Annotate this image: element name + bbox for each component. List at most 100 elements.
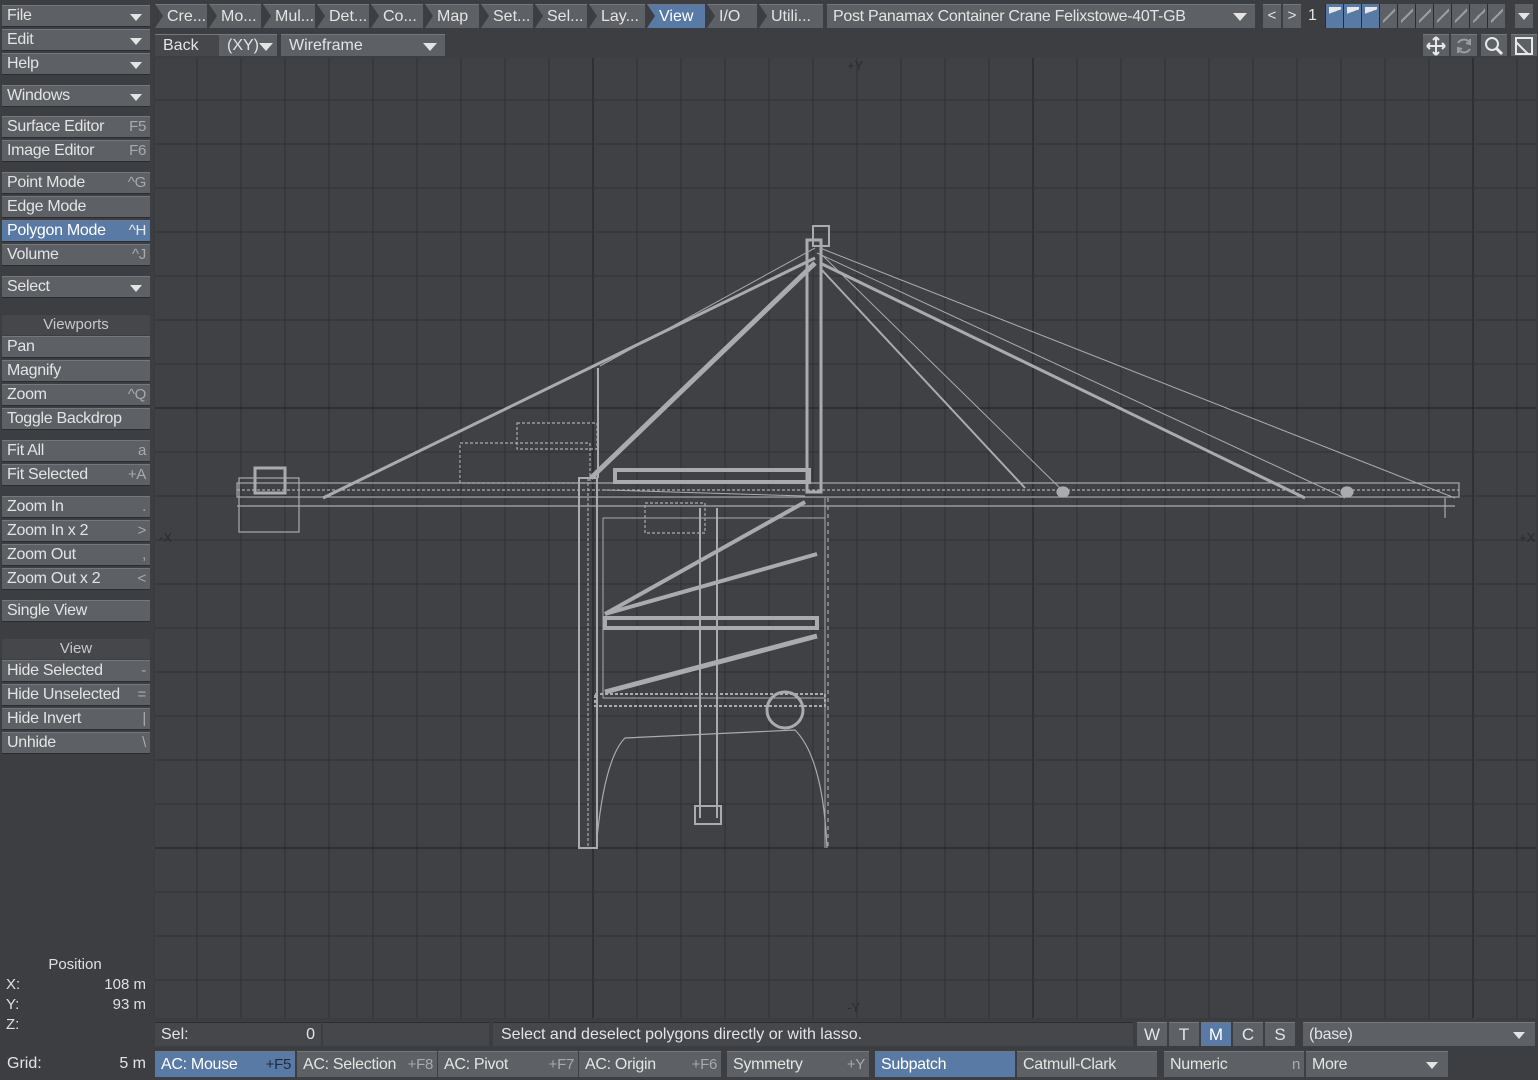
catmull-clark-button[interactable]: Catmull-Clark — [1017, 1051, 1157, 1077]
ac-selection-button[interactable]: AC: Selection +F8 — [297, 1051, 437, 1077]
ac-origin-button[interactable]: AC: Origin +F6 — [579, 1051, 721, 1077]
viewport-header: Back (XY) Wireframe — [153, 32, 1538, 58]
layer-vmap-dropdown[interactable]: (base) — [1303, 1022, 1535, 1046]
wireframe-toggle[interactable]: W — [1137, 1022, 1167, 1046]
hide-selected-label: Hide Selected — [7, 662, 103, 679]
layer-1-button[interactable] — [1325, 4, 1343, 28]
tab-multiply[interactable]: Mul... — [263, 4, 315, 28]
layer-6-button[interactable] — [1415, 4, 1433, 28]
layer-8-button[interactable] — [1451, 4, 1469, 28]
volume-button[interactable]: Volume ^J — [2, 244, 150, 266]
fit-selected-label: Fit Selected — [7, 466, 88, 483]
hide-unselected-button[interactable]: Hide Unselected = — [2, 684, 150, 706]
help-menu[interactable]: Help — [2, 53, 150, 75]
view-axis-dropdown[interactable]: (XY) — [219, 34, 277, 56]
more-menu[interactable]: More — [1306, 1051, 1448, 1077]
surface-editor-button[interactable]: Surface Editor F5 — [2, 116, 150, 138]
rotate-icon[interactable] — [1451, 34, 1477, 56]
hide-selected-button[interactable]: Hide Selected - — [2, 660, 150, 682]
tab-modify[interactable]: Mo... — [209, 4, 261, 28]
single-view-button[interactable]: Single View — [2, 600, 150, 622]
layer-7-button[interactable] — [1433, 4, 1451, 28]
layer-2-button[interactable] — [1343, 4, 1361, 28]
color-toggle[interactable]: C — [1233, 1022, 1263, 1046]
point-mode-button[interactable]: Point Mode ^G — [2, 172, 150, 194]
texture-toggle[interactable]: T — [1169, 1022, 1199, 1046]
shortcut-key: ^Q — [127, 386, 146, 403]
layer-menu-button[interactable] — [1515, 4, 1533, 28]
tab-select[interactable]: Sel... — [535, 4, 587, 28]
fit-all-button[interactable]: Fit All a — [2, 440, 150, 462]
zoom-button[interactable]: Zoom ^Q — [2, 384, 150, 406]
ac-mouse-label: AC: Mouse — [161, 1056, 238, 1073]
layer-5-button[interactable] — [1397, 4, 1415, 28]
status-bar: Sel: 0 Select and deselect polygons direc… — [153, 1020, 1538, 1048]
sill-arch — [596, 729, 828, 849]
grid-size-field: Grid: 5 m — [2, 1051, 150, 1077]
prev-layer-button[interactable]: < — [1263, 4, 1281, 28]
shortcut-key: > — [137, 522, 147, 539]
shortcut-key: +F6 — [691, 1056, 718, 1073]
fit-selected-button[interactable]: Fit Selected +A — [2, 464, 150, 486]
zoom-icon[interactable] — [1481, 34, 1507, 56]
portal-diagonal-1 — [604, 552, 818, 616]
polygon-mode-button[interactable]: Polygon Mode ^H — [2, 220, 150, 242]
viewports-header: Viewports — [2, 315, 150, 335]
toggle-backdrop-button[interactable]: Toggle Backdrop — [2, 408, 150, 430]
select-menu[interactable]: Select — [2, 276, 150, 298]
zoom-in-x2-label: Zoom In x 2 — [7, 522, 89, 539]
layer-10-button[interactable] — [1487, 4, 1505, 28]
subpatch-button[interactable]: Subpatch — [875, 1051, 1015, 1077]
next-layer-button[interactable]: > — [1283, 4, 1301, 28]
tab-layout[interactable]: Lay... — [589, 4, 645, 28]
chevron-down-icon — [130, 94, 142, 101]
hide-invert-button[interactable]: Hide Invert | — [2, 708, 150, 730]
layer-3-button[interactable] — [1361, 4, 1379, 28]
windows-menu[interactable]: Windows — [2, 85, 150, 107]
shortcut-key: , — [142, 546, 146, 563]
image-editor-button[interactable]: Image Editor F6 — [2, 140, 150, 162]
tab-map[interactable]: Map — [425, 4, 479, 28]
edge-mode-button[interactable]: Edge Mode — [2, 196, 150, 218]
morph-toggle[interactable]: M — [1201, 1022, 1231, 1046]
tab-utilities[interactable]: Utili... — [759, 4, 823, 28]
selection-set-toggle[interactable]: S — [1265, 1022, 1295, 1046]
ac-mouse-button[interactable]: AC: Mouse +F5 — [155, 1051, 295, 1077]
layer-value: (base) — [1309, 1026, 1353, 1043]
left-toolbar: File Edit Help Windows Surface Editor F5 … — [0, 0, 153, 1048]
viewport-back-xy[interactable]: +Y -Y -X +X — [155, 58, 1536, 1018]
layer-icon — [1347, 7, 1359, 25]
pan-button[interactable]: Pan — [2, 336, 150, 358]
zoom-in-button[interactable]: Zoom In. — [2, 496, 150, 518]
magnify-button[interactable]: Magnify — [2, 360, 150, 382]
object-selector[interactable]: Post Panamax Container Crane Felixstowe-… — [827, 4, 1255, 28]
z-label: Z: — [6, 1016, 20, 1033]
cable-reel — [765, 690, 805, 730]
numeric-button[interactable]: Numeric n — [1164, 1051, 1304, 1077]
render-mode-dropdown[interactable]: Wireframe — [281, 34, 445, 56]
maximize-icon[interactable] — [1511, 34, 1537, 56]
layer-9-button[interactable] — [1469, 4, 1487, 28]
tab-create[interactable]: Cre... — [155, 4, 207, 28]
move-icon[interactable] — [1423, 34, 1449, 56]
tab-io[interactable]: I/O — [707, 4, 757, 28]
zoom-out-button[interactable]: Zoom Out, — [2, 544, 150, 566]
layer-4-button[interactable] — [1379, 4, 1397, 28]
tab-view[interactable]: View — [647, 4, 705, 28]
tab-setup[interactable]: Set... — [481, 4, 533, 28]
zoom-out-x2-button[interactable]: Zoom Out x 2 < — [2, 568, 150, 590]
edit-menu[interactable]: Edit — [2, 29, 150, 51]
layer-icon — [1401, 7, 1413, 25]
chevron-down-icon — [130, 14, 142, 21]
chevron-down-icon — [259, 43, 273, 51]
file-menu[interactable]: File — [2, 5, 150, 27]
diagonal-strut — [589, 261, 817, 480]
unhide-button[interactable]: Unhide \ — [2, 732, 150, 754]
tab-detail[interactable]: Det... — [317, 4, 369, 28]
tab-construct[interactable]: Co... — [371, 4, 423, 28]
symmetry-button[interactable]: Symmetry +Y — [727, 1051, 869, 1077]
zoom-in-x2-button[interactable]: Zoom In x 2 > — [2, 520, 150, 542]
layer-icon — [1365, 7, 1377, 25]
ac-pivot-button[interactable]: AC: Pivot +F7 — [438, 1051, 578, 1077]
sel-count: 0 — [306, 1026, 315, 1043]
